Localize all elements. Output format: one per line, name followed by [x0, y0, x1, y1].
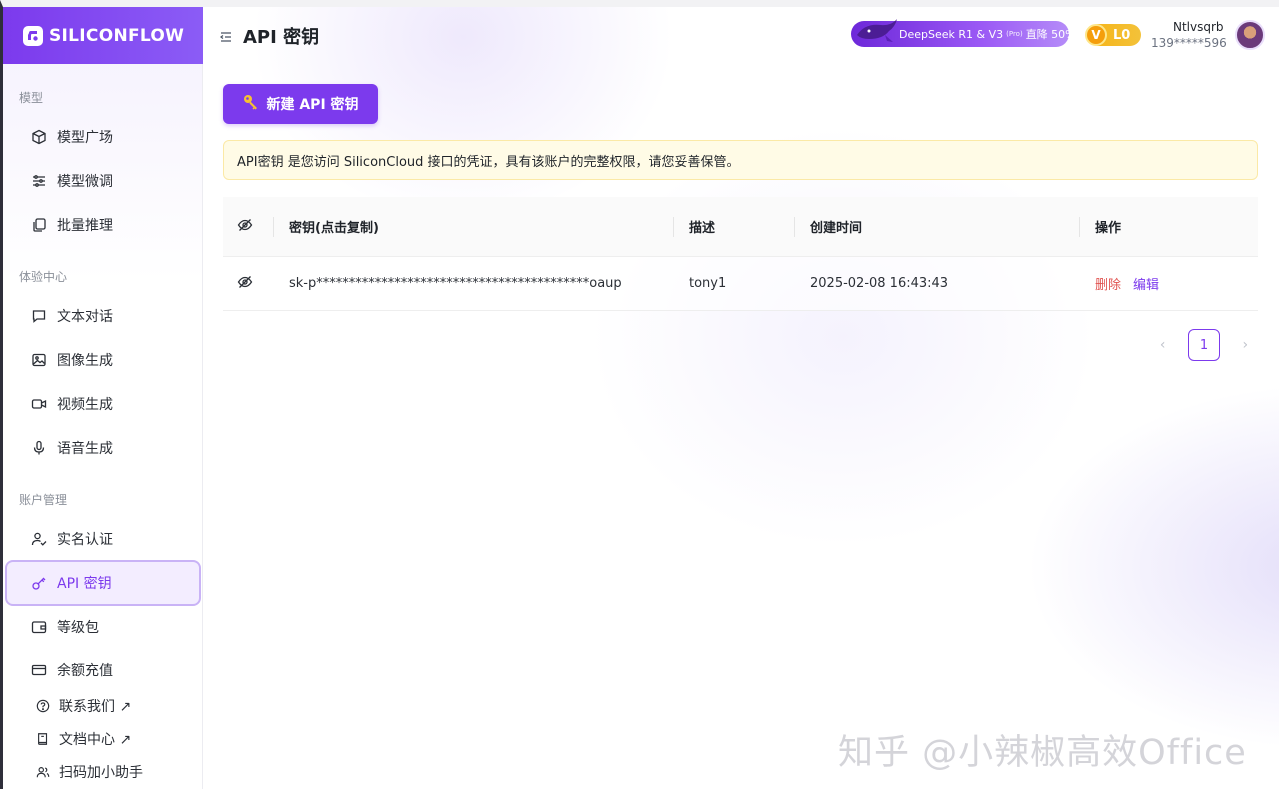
promo-text-small: (Pro)	[1006, 30, 1023, 38]
column-divider	[273, 217, 274, 237]
sidebar-item-level-pack[interactable]: 等级包	[5, 605, 201, 649]
sidebar-item-text-chat[interactable]: 文本对话	[5, 294, 201, 338]
pagination-next-button[interactable]: ›	[1232, 329, 1259, 361]
vip-icon: V	[1085, 24, 1107, 46]
sidebar-item-label: 实名认证	[57, 532, 113, 548]
sliders-icon	[31, 173, 47, 189]
sidebar-link-label: 扫码加小助手	[59, 765, 143, 781]
sidebar-link-assistant[interactable]: 扫码加小助手	[5, 757, 201, 787]
column-divider	[794, 217, 795, 237]
logo-bar[interactable]: SILICONFLOW	[3, 7, 203, 64]
section-title-account: 账户管理	[19, 493, 68, 507]
wallet-icon	[31, 619, 47, 635]
sidebar-item-voice-gen[interactable]: 语音生成	[5, 426, 201, 470]
users-icon	[35, 764, 51, 780]
eye-off-icon	[237, 274, 253, 294]
api-keys-table: 密钥(点击复制) 描述 创建时间 操作 sk-p****************…	[223, 197, 1258, 311]
sidebar-item-image-gen[interactable]: 图像生成	[5, 338, 201, 382]
sidebar-item-batch-inference[interactable]: 批量推理	[5, 203, 201, 247]
sidebar-item-label: 文本对话	[57, 309, 113, 325]
key-icon	[31, 575, 47, 591]
promo-text-main: DeepSeek R1 & V3	[899, 27, 1004, 41]
api-key-value[interactable]: sk-p************************************…	[289, 257, 622, 310]
edit-key-link[interactable]: 编辑	[1133, 274, 1159, 293]
book-icon	[35, 731, 51, 747]
sidebar-item-label: API 密钥	[57, 576, 112, 592]
sidebar-item-video-gen[interactable]: 视频生成	[5, 382, 201, 426]
chat-icon	[31, 308, 47, 324]
microphone-icon	[31, 440, 47, 456]
user-check-icon	[31, 531, 47, 547]
row-actions: 删除 编辑	[1095, 257, 1159, 310]
delete-key-link[interactable]: 删除	[1095, 274, 1121, 293]
app-window: SILICONFLOW 模型 模型广场 模型微调 批量推理 体验中心 文本对话 …	[0, 0, 1279, 789]
column-divider	[673, 217, 674, 237]
column-header-key: 密钥(点击复制)	[289, 221, 379, 236]
create-api-key-button[interactable]: 新建 API 密钥	[223, 84, 378, 124]
key-created-time: 2025-02-08 16:43:43	[810, 276, 949, 291]
level-badge[interactable]: V L0	[1085, 24, 1141, 46]
top-header: API 密钥 DeepSeek R1 & V3 (Pro) 直降 50% V L…	[203, 7, 1279, 64]
sidebar-item-label: 等级包	[57, 620, 99, 636]
toggle-key-visibility[interactable]	[237, 257, 253, 310]
sidebar-item-label: 语音生成	[57, 441, 113, 457]
user-phone: 139*****596	[1151, 36, 1227, 50]
sidebar-item-api-keys[interactable]: API 密钥	[5, 560, 201, 606]
toggle-all-visibility[interactable]	[237, 197, 253, 256]
sidebar-item-label: 批量推理	[57, 218, 113, 234]
sidebar-link-docs[interactable]: 文档中心 ↗	[5, 724, 201, 754]
notice-banner: API密钥 是您访问 SiliconCloud 接口的凭证，具有该账户的完整权限…	[223, 140, 1258, 180]
video-icon	[31, 396, 47, 412]
user-name: Ntlvsqrb	[1173, 20, 1224, 34]
column-header-description: 描述	[689, 221, 716, 236]
image-icon	[31, 352, 47, 368]
sidebar-item-label: 图像生成	[57, 353, 113, 369]
sidebar-item-label: 模型微调	[57, 174, 113, 190]
page-title: API 密钥	[243, 27, 320, 48]
create-button-label: 新建 API 密钥	[266, 97, 359, 113]
help-circle-icon	[35, 698, 51, 714]
copy-icon	[31, 217, 47, 233]
sidebar-item-real-name[interactable]: 实名认证	[5, 517, 201, 561]
sidebar-link-label: 联系我们 ↗	[59, 699, 132, 715]
sidebar: SILICONFLOW 模型 模型广场 模型微调 批量推理 体验中心 文本对话 …	[3, 7, 203, 789]
sidebar-item-label: 模型广场	[57, 130, 113, 146]
notice-text: API密钥 是您访问 SiliconCloud 接口的凭证，具有该账户的完整权限…	[237, 154, 740, 170]
sidebar-item-model-square[interactable]: 模型广场	[5, 115, 201, 159]
brand-name: SILICONFLOW	[49, 25, 185, 46]
background-glow	[203, 7, 1279, 789]
cube-icon	[31, 129, 47, 145]
sidebar-link-contact[interactable]: 联系我们 ↗	[5, 691, 201, 721]
pagination-prev-button[interactable]: ‹	[1149, 329, 1176, 361]
table-row: sk-p************************************…	[223, 257, 1258, 311]
sidebar-item-model-finetune[interactable]: 模型微调	[5, 159, 201, 203]
promo-text-tail: 直降 50%	[1025, 28, 1076, 41]
column-header-actions: 操作	[1095, 221, 1122, 236]
table-header: 密钥(点击复制) 描述 创建时间 操作	[223, 197, 1258, 257]
watermark: 知乎 @小辣椒高效Office	[838, 733, 1247, 773]
pagination-page-button[interactable]: 1	[1188, 329, 1220, 361]
sidebar-link-label: 文档中心 ↗	[59, 732, 132, 748]
avatar[interactable]	[1235, 20, 1265, 50]
whale-icon	[855, 15, 901, 45]
section-title-experience: 体验中心	[19, 270, 68, 284]
promo-banner[interactable]: DeepSeek R1 & V3 (Pro) 直降 50%	[851, 19, 1076, 47]
menu-collapse-icon[interactable]	[220, 28, 232, 42]
level-label: L0	[1113, 27, 1131, 43]
eye-off-icon	[237, 217, 253, 237]
sidebar-item-label: 余额充值	[57, 663, 113, 679]
card-icon	[31, 662, 47, 678]
column-divider	[1079, 217, 1080, 237]
sidebar-item-recharge[interactable]: 余额充值	[5, 648, 201, 692]
key-icon	[242, 93, 260, 115]
key-description: tony1	[689, 276, 727, 291]
pagination: ‹ 1 ›	[1149, 329, 1259, 361]
column-header-created: 创建时间	[810, 221, 863, 236]
sidebar-item-label: 视频生成	[57, 397, 113, 413]
section-title-models: 模型	[19, 91, 44, 105]
siliconflow-logo-icon	[23, 25, 43, 46]
